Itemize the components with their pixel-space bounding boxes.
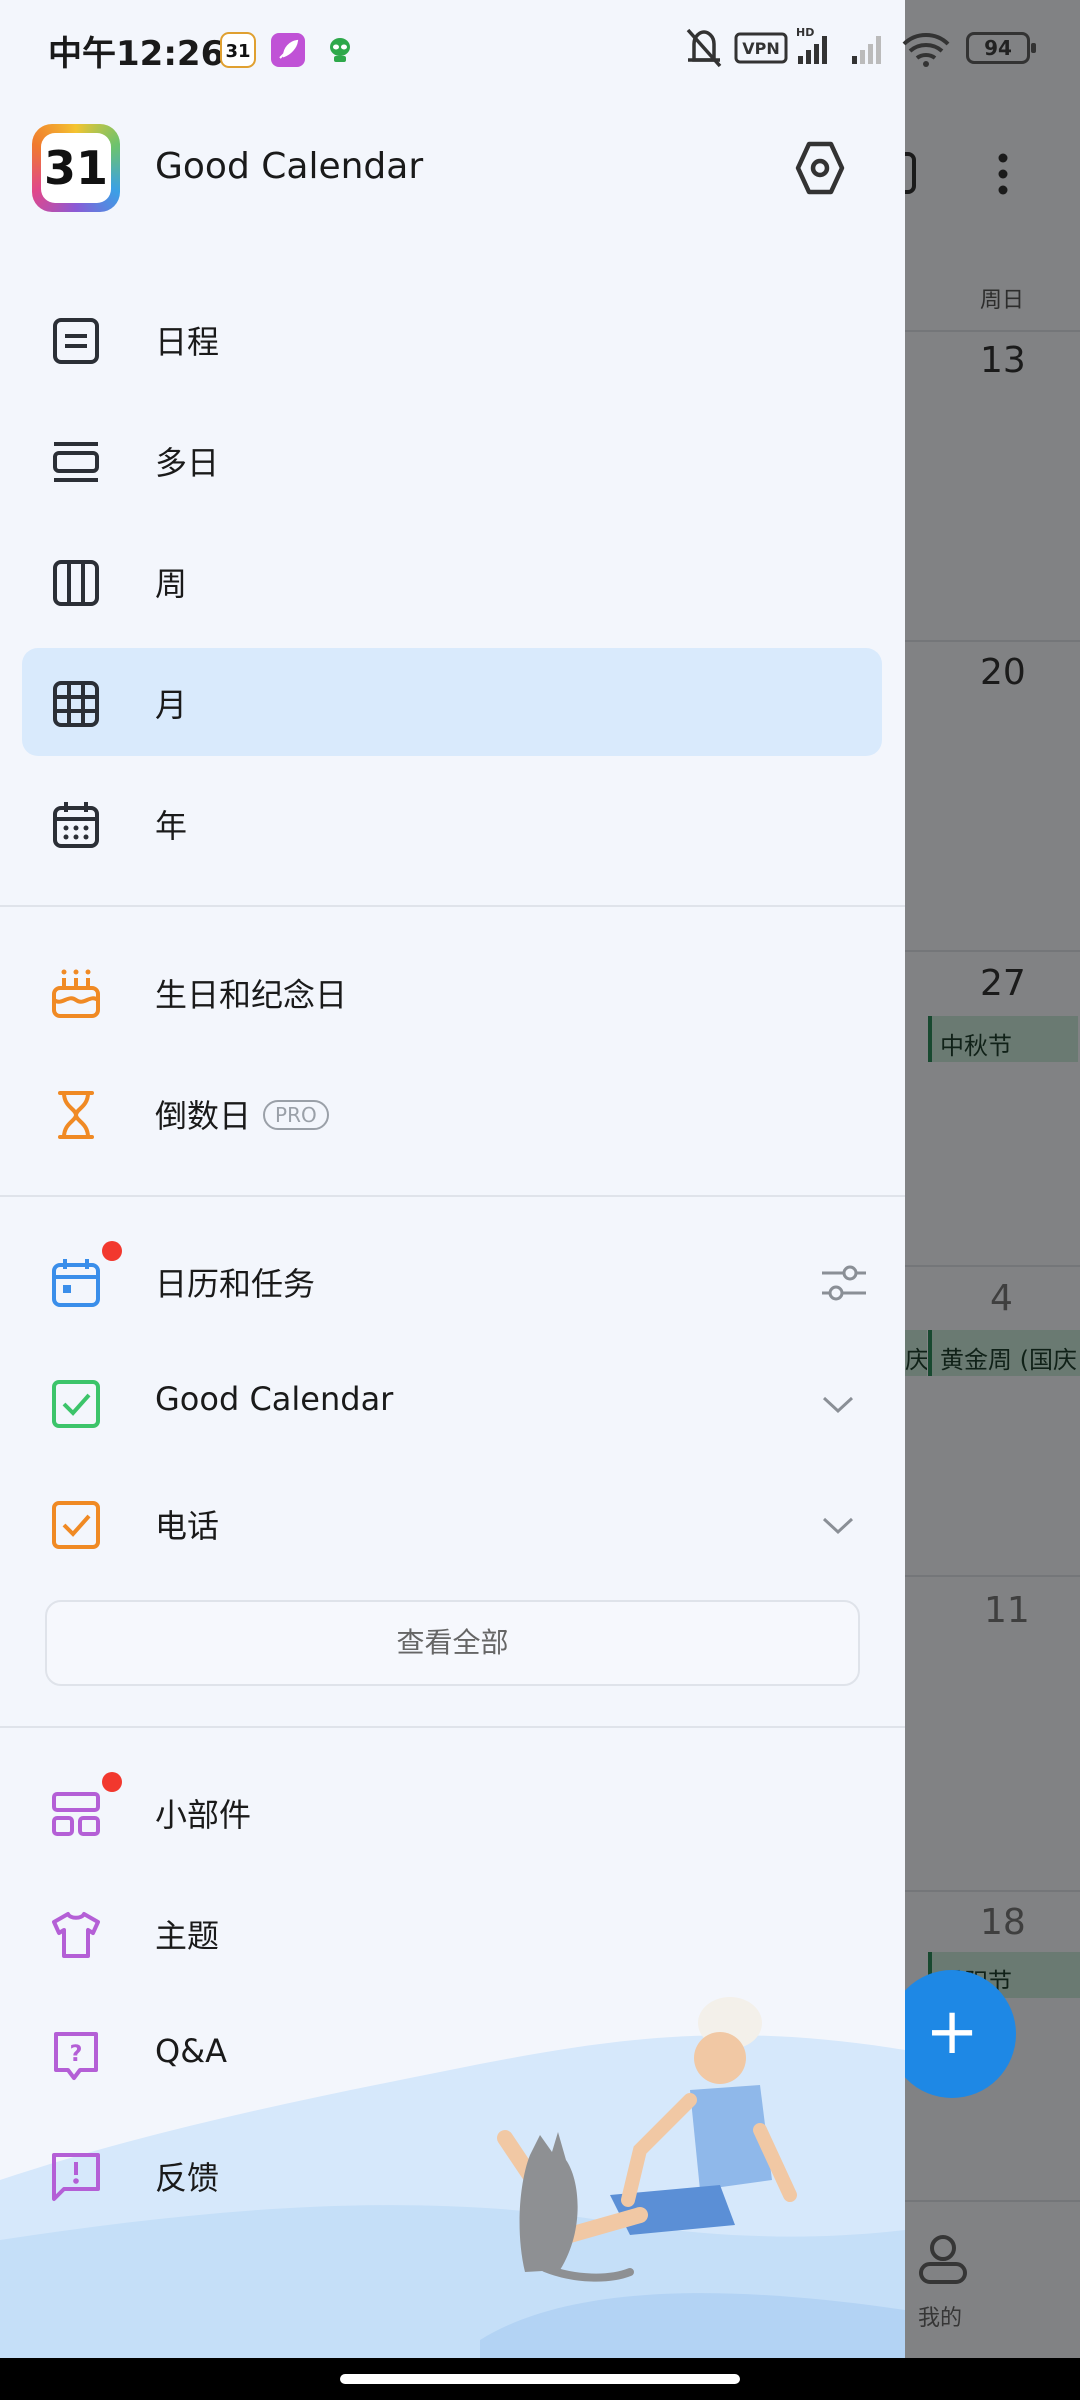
week-icon	[53, 560, 99, 606]
navigation-drawer: 31 Good Calendar 日程 多日 周 月 年 生日和纪念日 倒数日 …	[0, 0, 905, 2358]
notification-dot	[102, 1241, 122, 1261]
vpn-label: VPN	[742, 39, 780, 58]
chevron-down-icon[interactable]	[814, 1505, 862, 1545]
hourglass-icon	[58, 1091, 94, 1139]
svg-text:31: 31	[225, 41, 250, 62]
nav-item-label: 小部件	[155, 1796, 252, 1834]
nav-item-label: 日程	[155, 323, 220, 361]
nav-item-label: 月	[155, 686, 188, 724]
calendar-icon	[52, 1259, 100, 1307]
checkbox-checked-icon[interactable]	[50, 1378, 102, 1430]
home-gesture-bar[interactable]	[340, 2374, 740, 2384]
settings-icon[interactable]	[790, 138, 850, 198]
alien-app-notification-icon	[330, 38, 350, 62]
view-all-button[interactable]: 查看全部	[45, 1600, 860, 1686]
birthday-cake-icon	[52, 969, 100, 1018]
notification-dot	[102, 1772, 122, 1792]
feedback-icon	[52, 2153, 100, 2201]
calendar-item-good-calendar[interactable]: Good Calendar	[22, 1348, 882, 1456]
nav-item-calendars-tasks[interactable]: 日历和任务	[22, 1227, 882, 1335]
app-logo: 31	[32, 124, 120, 212]
battery-indicator: 94	[966, 32, 1036, 64]
multi-day-icon	[53, 442, 99, 482]
calendar-app-notification-icon: 31	[220, 32, 256, 68]
nav-item-label: 生日和纪念日	[155, 976, 348, 1014]
nav-item-label: 主题	[155, 1917, 220, 1955]
nav-item-feedback[interactable]: 反馈	[22, 2121, 882, 2229]
widget-icon	[52, 1792, 100, 1836]
month-icon	[53, 681, 99, 727]
pro-badge: PRO	[263, 1100, 329, 1130]
nav-item-themes[interactable]: 主题	[22, 1879, 882, 1987]
nav-item-agenda[interactable]: 日程	[22, 285, 882, 393]
app-title: Good Calendar	[155, 146, 424, 187]
nav-item-birthdays[interactable]: 生日和纪念日	[22, 938, 882, 1046]
section-divider	[0, 905, 905, 907]
nav-item-label: 多日	[155, 444, 220, 482]
chevron-down-icon[interactable]	[814, 1384, 862, 1424]
drawer-header: 31 Good Calendar	[0, 118, 905, 218]
filter-sliders-icon[interactable]	[820, 1263, 868, 1303]
nav-item-label: 倒数日	[155, 1097, 252, 1135]
nav-item-label: 电话	[155, 1507, 220, 1545]
shirt-icon	[52, 1912, 100, 1958]
agenda-icon	[53, 318, 99, 364]
nav-item-qa[interactable]: ? Q&A	[22, 2000, 882, 2108]
nav-item-countdown[interactable]: 倒数日 PRO	[22, 1059, 882, 1167]
nav-item-year[interactable]: 年	[22, 769, 882, 877]
nav-item-label: 年	[155, 807, 188, 845]
nav-item-label: 周	[155, 565, 188, 603]
section-divider	[0, 1195, 905, 1197]
nav-item-month[interactable]: 月	[22, 648, 882, 756]
calendar-item-phone[interactable]: 电话	[22, 1469, 882, 1577]
nav-item-multi-day[interactable]: 多日	[22, 406, 882, 514]
status-time: 中午12:26	[48, 34, 225, 74]
system-navigation-bar	[0, 2358, 1080, 2400]
nav-item-widgets[interactable]: 小部件	[22, 1758, 882, 1866]
status-icons: VPN HD	[686, 26, 950, 68]
checkbox-checked-icon[interactable]	[50, 1499, 102, 1551]
year-icon	[53, 802, 99, 848]
svg-text:HD: HD	[796, 26, 814, 39]
svg-text:?: ?	[70, 2042, 83, 2067]
nav-item-label: Q&A	[155, 2032, 228, 2070]
nav-item-label: Good Calendar	[155, 1380, 394, 1418]
rocket-app-notification-icon	[271, 33, 305, 67]
section-divider	[0, 1726, 905, 1728]
nav-item-week[interactable]: 周	[22, 527, 882, 635]
nav-item-label: 日历和任务	[155, 1265, 316, 1303]
nav-item-label: 反馈	[155, 2159, 220, 2197]
qa-icon: ?	[54, 2032, 98, 2080]
add-event-button[interactable]: +	[888, 1970, 1016, 2098]
